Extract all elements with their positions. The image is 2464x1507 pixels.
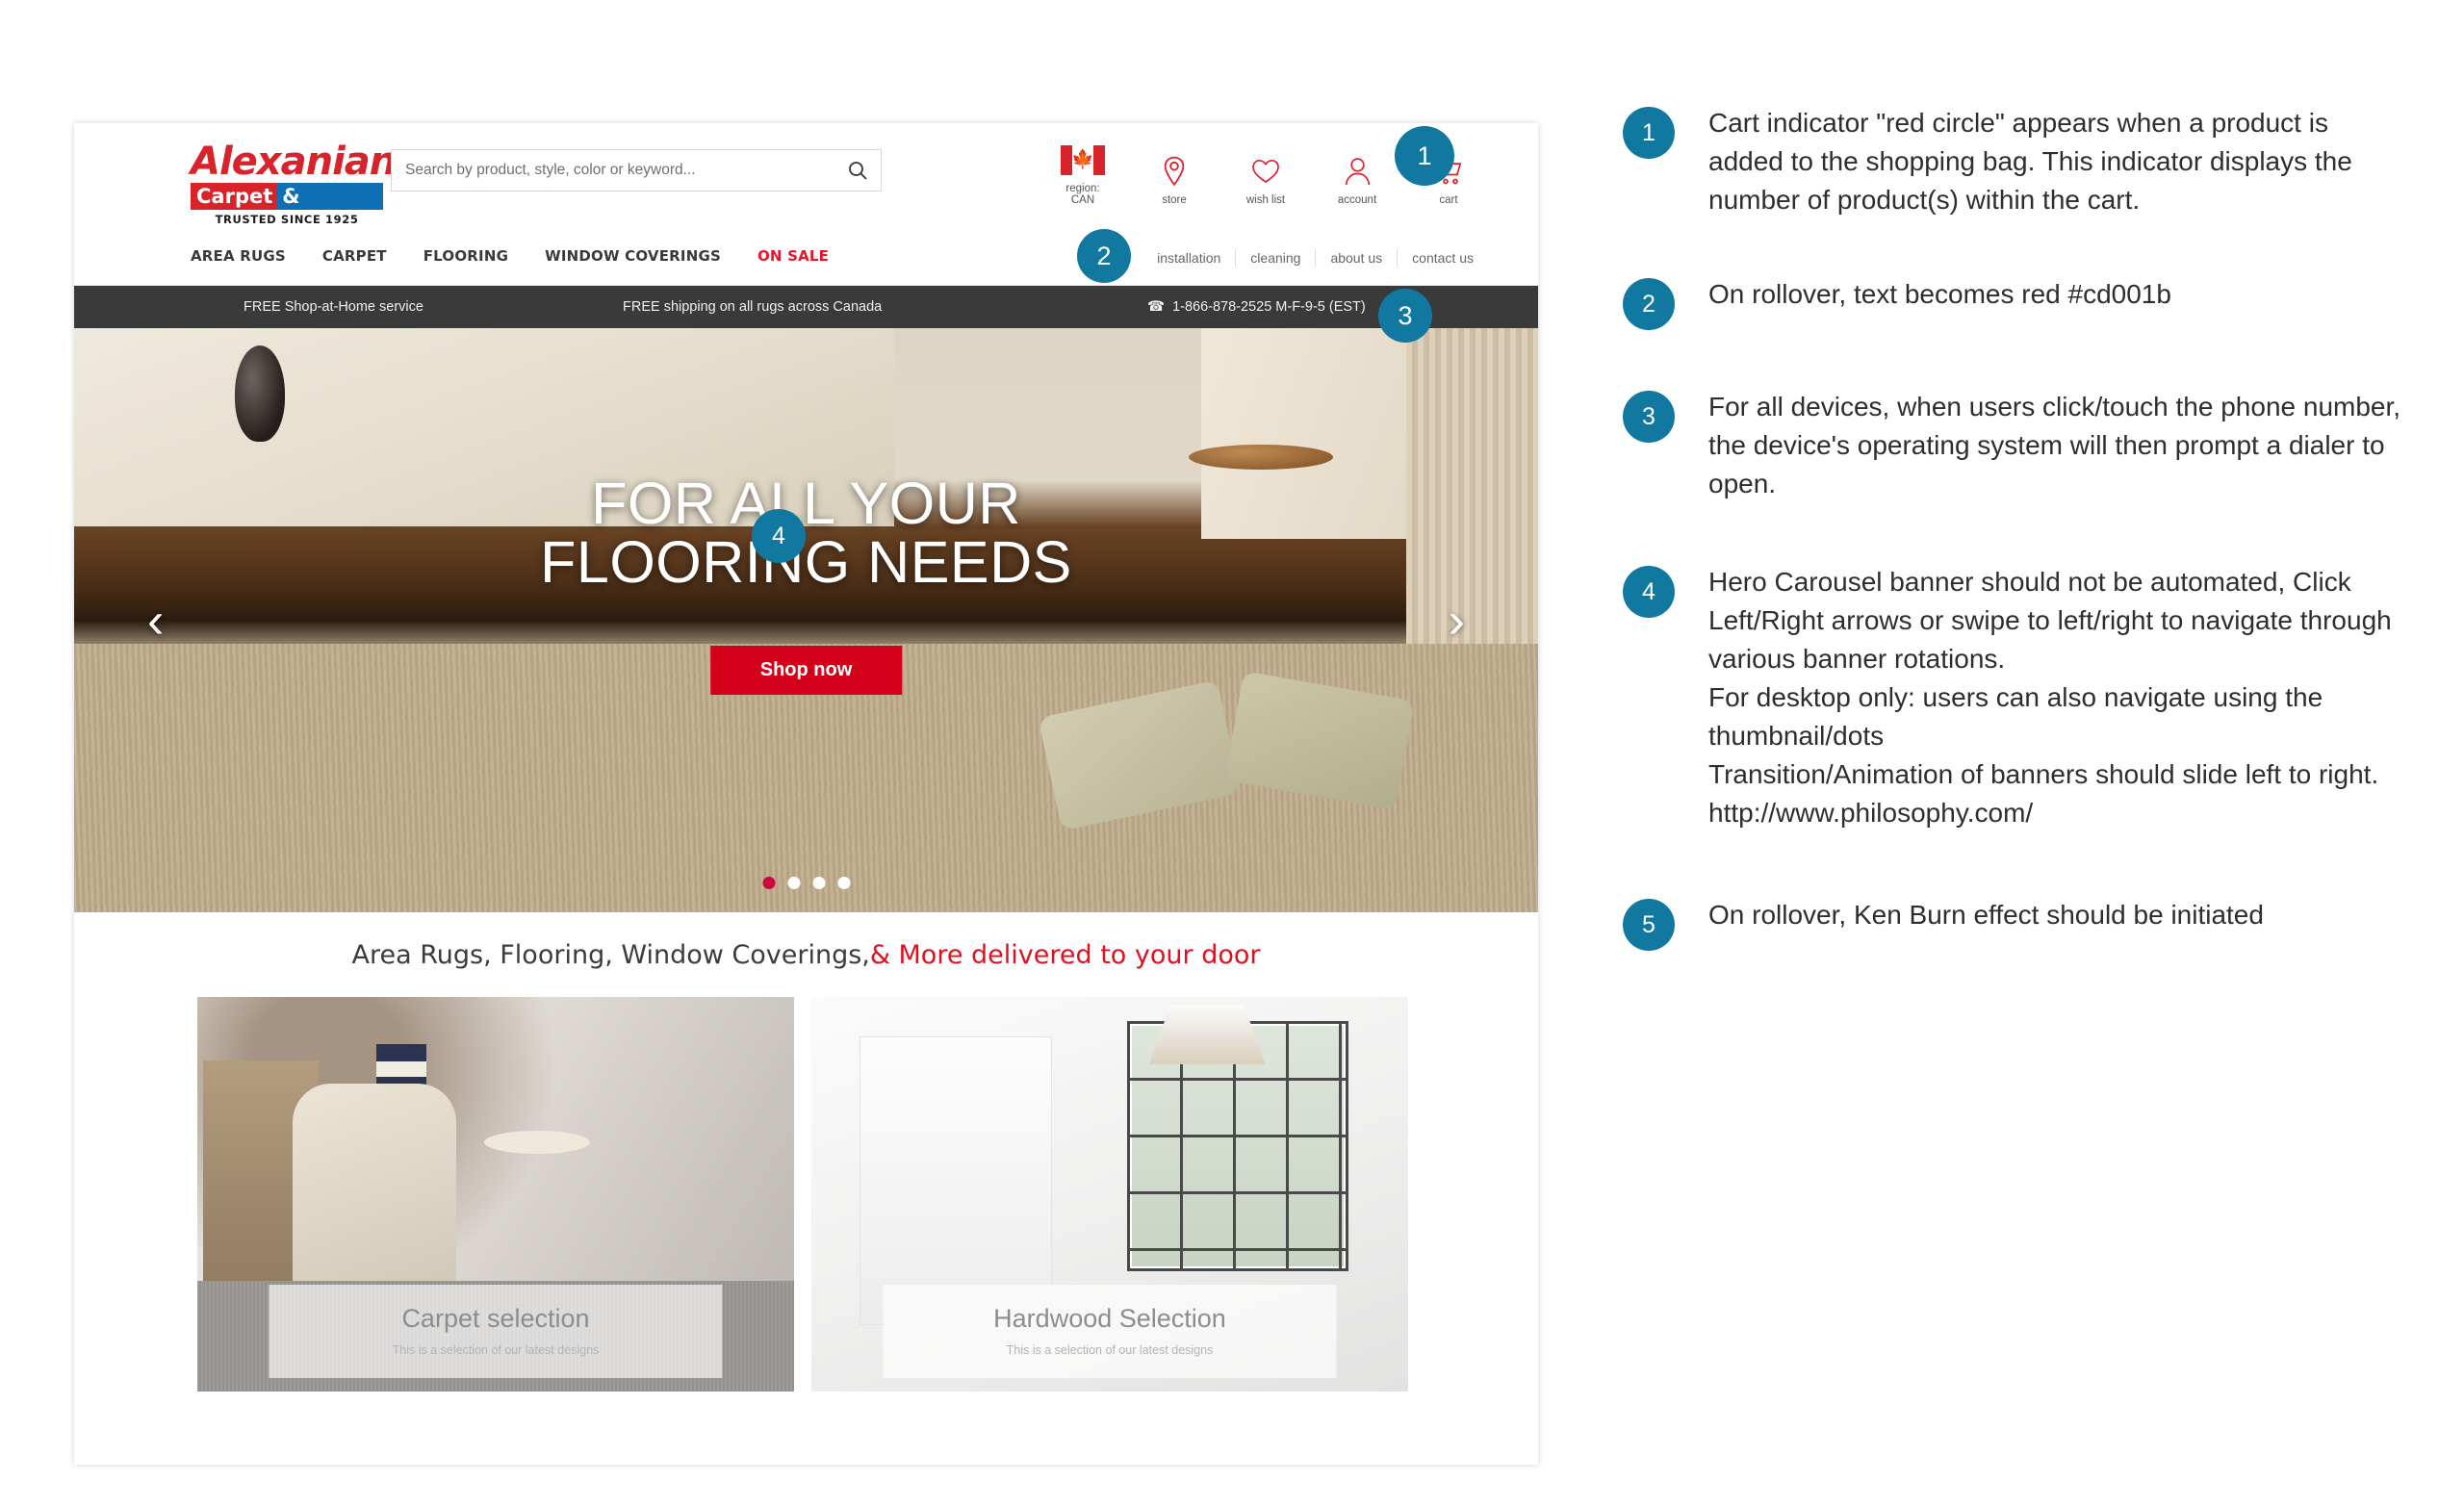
annotation-text-4a: Hero Carousel banner should not be autom… xyxy=(1708,567,2392,674)
tagline-red-text: & More delivered to your door xyxy=(869,939,1261,970)
nav-item-flooring[interactable]: FLOORING xyxy=(424,247,508,265)
annotation-text-4c: Transition/Animation of banners should s… xyxy=(1708,759,2379,828)
secondary-nav-items: installation cleaning about us contact u… xyxy=(1142,249,1488,267)
hero-headline: FOR ALL YOUR FLOORING NEEDS xyxy=(74,474,1538,592)
store-link[interactable]: store xyxy=(1144,152,1204,206)
chevron-right-icon[interactable]: › xyxy=(1449,596,1465,646)
card-caption-hardwood: Hardwood Selection This is a selection o… xyxy=(883,1285,1337,1378)
primary-nav-items: AREA RUGS CARPET FLOORING WINDOW COVERIN… xyxy=(191,247,829,265)
hero-image-vase xyxy=(235,345,286,443)
store-label: store xyxy=(1162,194,1187,206)
logo-wordmark: Carpet & Flooring xyxy=(191,183,383,231)
annotation-number-2: 2 xyxy=(1623,278,1675,330)
annotation-text-1: Cart indicator "red circle" appears when… xyxy=(1708,108,2352,215)
carousel-dot-2[interactable] xyxy=(787,877,800,889)
search-input[interactable] xyxy=(392,150,834,191)
card-image-chair xyxy=(293,1084,457,1315)
site-logo[interactable]: Alexanian Carpet & Flooring TRUSTED SINC… xyxy=(191,140,397,231)
annotation-item-4: 4 Hero Carousel banner should not be aut… xyxy=(1623,563,2412,832)
search-icon xyxy=(849,162,867,180)
annotation-badge-2-overlay[interactable]: 2 xyxy=(1077,229,1131,283)
annotation-text-3: For all devices, when users click/touch … xyxy=(1708,392,2401,498)
account-link[interactable]: account xyxy=(1327,152,1387,206)
annotation-item-3: 3 For all devices, when users click/touc… xyxy=(1623,388,2412,503)
card-caption-carpet: Carpet selection This is a selection of … xyxy=(269,1285,723,1378)
chevron-left-icon[interactable]: ‹ xyxy=(147,596,164,646)
carousel-dots xyxy=(762,877,850,889)
promo-phone-number: 1-866-878-2525 M-F-9-5 (EST) xyxy=(1172,299,1366,315)
annotation-badge-4-overlay[interactable]: 4 xyxy=(752,509,806,563)
annotation-text-2: On rollover, text becomes red #cd001b xyxy=(1708,279,2171,309)
section-tagline: Area Rugs, Flooring, Window Coverings, &… xyxy=(74,912,1538,997)
annotation-number-1: 1 xyxy=(1623,107,1675,159)
card-image-side-table xyxy=(483,1131,590,1155)
account-label: account xyxy=(1337,194,1377,206)
person-icon xyxy=(1327,152,1387,191)
tagline-dark-text: Area Rugs, Flooring, Window Coverings, xyxy=(351,939,870,970)
nav-item-carpet[interactable]: CARPET xyxy=(322,247,387,265)
wishlist-label: wish list xyxy=(1245,194,1286,206)
nav-item-window-coverings[interactable]: WINDOW COVERINGS xyxy=(545,247,721,265)
card-subtitle-carpet: This is a selection of our latest design… xyxy=(392,1343,600,1357)
search-bar[interactable] xyxy=(391,149,882,192)
card-carpet-selection[interactable]: Carpet selection This is a selection of … xyxy=(197,997,794,1392)
promo-free-shipping: FREE shipping on all rugs across Canada xyxy=(623,299,883,315)
card-subtitle-hardwood: This is a selection of our latest design… xyxy=(1006,1343,1214,1357)
card-title-hardwood: Hardwood Selection xyxy=(993,1304,1226,1333)
annotation-item-1: 1 Cart indicator "red circle" appears wh… xyxy=(1623,104,2412,219)
nav-item-cleaning[interactable]: cleaning xyxy=(1235,249,1315,267)
carousel-dot-1[interactable] xyxy=(762,877,775,889)
card-title-carpet: Carpet selection xyxy=(401,1304,590,1333)
card-image-lamp xyxy=(1149,1005,1266,1065)
promo-shop-at-home: FREE Shop-at-Home service xyxy=(244,299,424,315)
annotation-item-2: 2 On rollover, text becomes red #cd001b xyxy=(1623,275,2412,330)
annotation-number-4: 4 xyxy=(1623,566,1675,618)
region-label: region: CAN xyxy=(1065,183,1100,206)
hero-headline-line2: FLOORING NEEDS xyxy=(540,529,1072,595)
annotation-number-3: 3 xyxy=(1623,391,1675,443)
shop-now-button[interactable]: Shop now xyxy=(709,646,903,695)
logo-brand-text: Alexanian xyxy=(191,140,397,184)
nav-item-on-sale[interactable]: ON SALE xyxy=(757,247,829,265)
logo-tagline: TRUSTED SINCE 1925 xyxy=(215,213,359,226)
nav-item-area-rugs[interactable]: AREA RUGS xyxy=(191,247,286,265)
annotation-text-group-4: Hero Carousel banner should not be autom… xyxy=(1708,563,2412,832)
cart-label: cart xyxy=(1439,194,1458,206)
search-button[interactable] xyxy=(834,150,881,191)
location-pin-icon xyxy=(1144,152,1204,191)
nav-item-installation[interactable]: installation xyxy=(1142,249,1235,267)
annotation-badge-1-overlay[interactable]: 1 xyxy=(1395,126,1454,186)
nav-item-contact-us[interactable]: contact us xyxy=(1397,249,1488,267)
site-header: Alexanian Carpet & Flooring TRUSTED SINC… xyxy=(74,123,1538,242)
canada-flag-icon: 🍁 xyxy=(1053,140,1113,179)
annotation-badge-3-overlay[interactable]: 3 xyxy=(1378,289,1432,343)
card-hardwood-selection[interactable]: Hardwood Selection This is a selection o… xyxy=(811,997,1408,1392)
website-mockup: Alexanian Carpet & Flooring TRUSTED SINC… xyxy=(74,123,1538,1465)
annotation-number-5: 5 xyxy=(1623,899,1675,951)
hero-headline-line1: FOR ALL YOUR xyxy=(591,471,1021,536)
annotation-list: 1 Cart indicator "red circle" appears wh… xyxy=(1623,104,2412,960)
primary-navigation: AREA RUGS CARPET FLOORING WINDOW COVERIN… xyxy=(74,242,1538,286)
promo-phone[interactable]: ☎ 1-866-878-2525 M-F-9-5 (EST) xyxy=(1147,299,1366,315)
annotation-text-5: On rollover, Ken Burn effect should be i… xyxy=(1708,900,2264,930)
logo-word-flooring: & Flooring xyxy=(277,183,383,231)
card-image-mantel xyxy=(859,1036,1052,1325)
screenshot-canvas: Alexanian Carpet & Flooring TRUSTED SINC… xyxy=(0,0,2464,1507)
hero-carousel[interactable]: FOR ALL YOUR FLOORING NEEDS Shop now ‹ ›… xyxy=(74,328,1538,912)
wishlist-link[interactable]: wish list xyxy=(1236,152,1296,206)
nav-item-about-us[interactable]: about us xyxy=(1315,249,1397,267)
region-selector[interactable]: 🍁 region: CAN xyxy=(1053,140,1113,206)
phone-icon: ☎ xyxy=(1147,298,1166,315)
category-cards: Carpet selection This is a selection of … xyxy=(74,997,1538,1392)
carousel-dot-3[interactable] xyxy=(812,877,825,889)
logo-word-carpet: Carpet xyxy=(191,183,278,210)
annotation-text-4b: For desktop only: users can also navigat… xyxy=(1708,682,2323,751)
annotation-item-5: 5 On rollover, Ken Burn effect should be… xyxy=(1623,896,2412,951)
carousel-dot-4[interactable] xyxy=(837,877,850,889)
promo-bar: FREE Shop-at-Home service FREE shipping … xyxy=(74,286,1538,328)
heart-icon xyxy=(1236,152,1296,191)
